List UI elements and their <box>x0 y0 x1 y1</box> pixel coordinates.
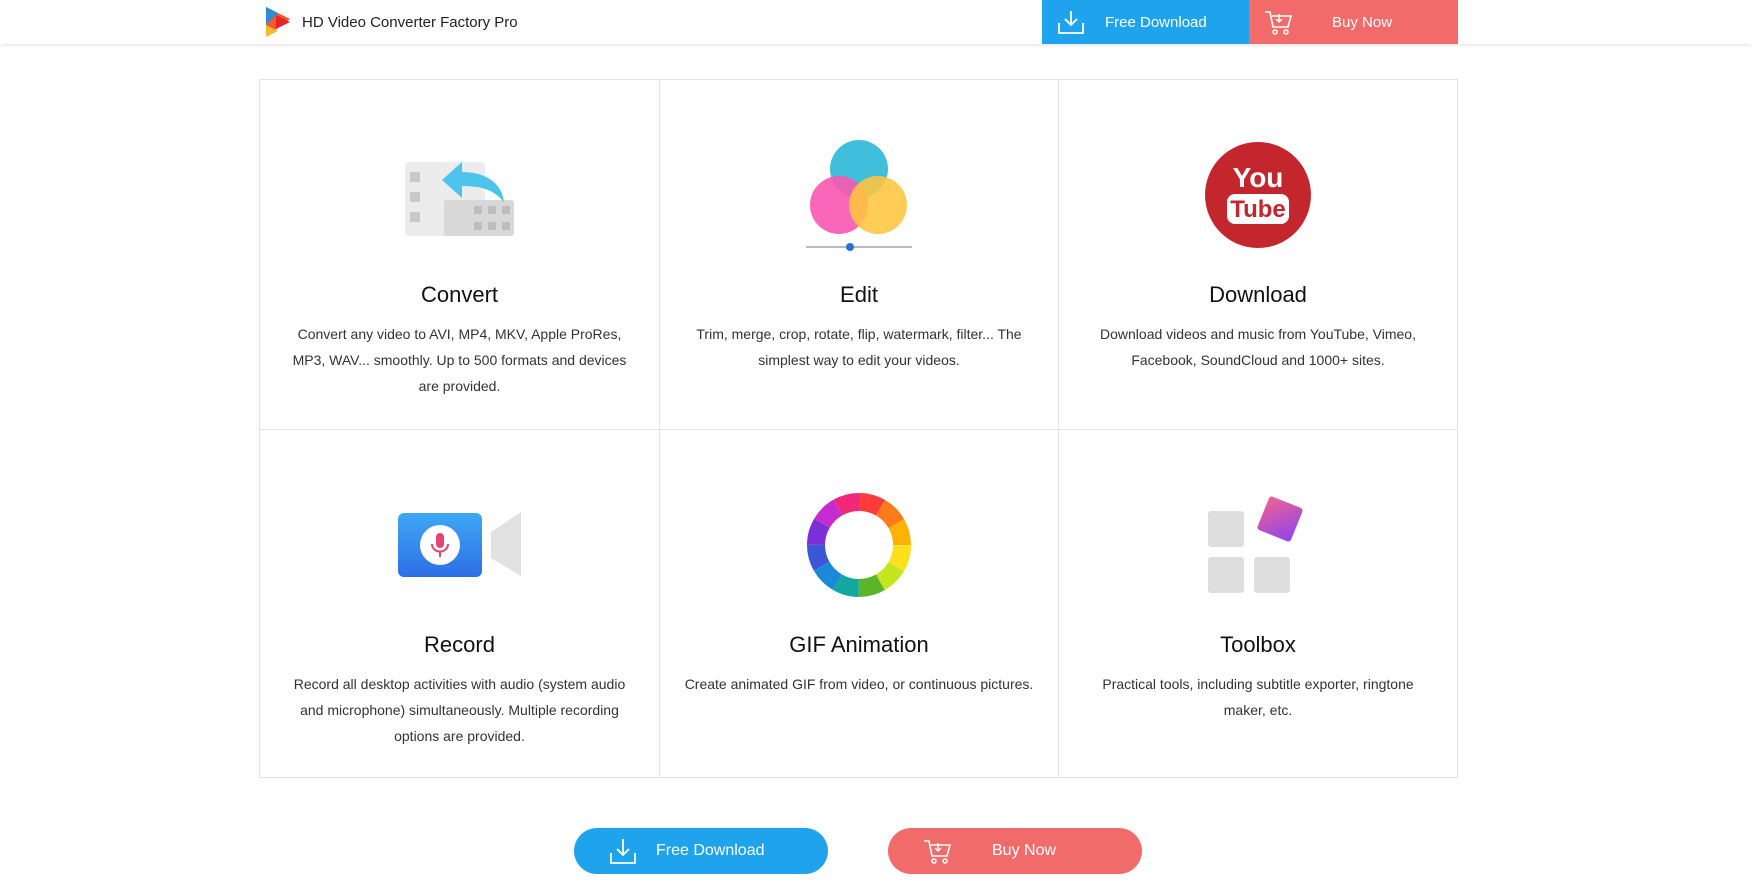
feature-title: Toolbox <box>1220 632 1296 657</box>
feature-card-convert[interactable]: Convert Convert any video to AVI, MP4, M… <box>260 80 659 429</box>
shopping-cart-icon <box>1265 11 1293 35</box>
header-buy-now-label: Buy Now <box>1332 13 1393 31</box>
feature-description: Create animated GIF from video, or conti… <box>684 676 1034 692</box>
shopping-cart-icon <box>924 840 952 864</box>
app-logo-icon <box>266 7 290 37</box>
convert-icon <box>404 162 514 236</box>
top-header: HD Video Converter Factory Pro Free Down… <box>0 0 1752 44</box>
feature-description: Trim, merge, crop, rotate, flip, waterma… <box>696 326 1022 368</box>
feature-title: Record <box>424 632 495 657</box>
header-free-download-label: Free Download <box>1105 13 1207 31</box>
bottom-free-download-button[interactable]: Free Download <box>574 828 828 874</box>
youtube-icon-text-top: You <box>1233 162 1284 193</box>
feature-description: Record all desktop activities with audio… <box>293 676 626 744</box>
download-icon <box>1058 11 1084 34</box>
feature-card-toolbox[interactable]: Toolbox Practical tools, including subti… <box>1058 429 1457 777</box>
bottom-buy-now-button[interactable]: Buy Now <box>888 828 1142 874</box>
feature-title: Download <box>1209 282 1307 307</box>
feature-title: Convert <box>420 282 499 307</box>
feature-card-edit[interactable]: Edit Trim, merge, crop, rotate, flip, wa… <box>659 80 1058 429</box>
bottom-free-download-label: Free Download <box>656 842 765 859</box>
feature-description: Download videos and music from YouTube, … <box>1100 326 1416 368</box>
header-buy-now-button[interactable]: Buy Now <box>1249 0 1458 44</box>
record-icon <box>397 512 521 577</box>
bottom-buy-now-label: Buy Now <box>992 842 1057 859</box>
header-free-download-button[interactable]: Free Download <box>1042 0 1249 44</box>
toolbox-icon <box>1208 496 1303 593</box>
feature-description: Convert any video to AVI, MP4, MKV, Appl… <box>292 326 627 394</box>
brand-title: HD Video Converter Factory Pro <box>302 13 518 31</box>
feature-title: Edit <box>840 282 878 307</box>
feature-card-gif-animation[interactable]: GIF Animation Create animated GIF from v… <box>659 429 1058 777</box>
feature-card-record[interactable]: Record Record all desktop activities wit… <box>260 429 659 777</box>
feature-title: GIF Animation <box>789 632 929 657</box>
brand[interactable]: HD Video Converter Factory Pro <box>262 4 518 40</box>
feature-description: Practical tools, including subtitle expo… <box>1102 676 1414 718</box>
youtube-icon-text-bottom: Tube <box>1230 196 1286 223</box>
feature-grid: Convert Convert any video to AVI, MP4, M… <box>259 79 1458 778</box>
gif-animation-icon <box>807 493 911 597</box>
download-icon <box>610 839 636 864</box>
youtube-icon: You Tube <box>1205 142 1311 248</box>
edit-icon <box>806 140 912 251</box>
feature-card-download[interactable]: You Tube Download Download videos and mu… <box>1058 80 1457 429</box>
